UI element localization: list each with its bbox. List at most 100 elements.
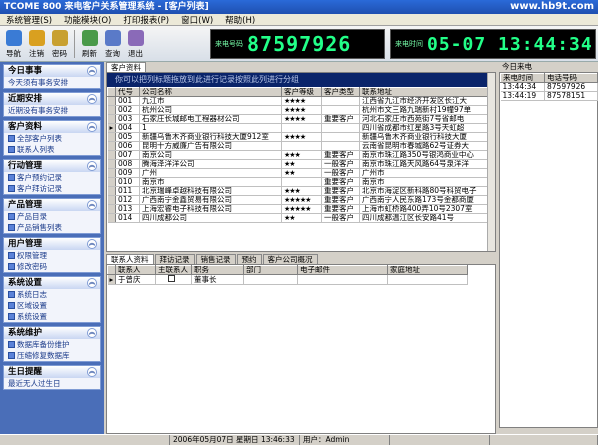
table-row[interactable]: ▸ 004 1 四川省成都市红星路3号天虹超 <box>107 123 490 133</box>
sidebar-panel: 系统设置 ︽ 系统日志 区域设置 系统设置 <box>3 276 101 323</box>
table-row[interactable]: 014 四川成都公司 ★★ 一般客户 四川成都温江区长安路41号 <box>107 213 490 223</box>
sidebar-item[interactable]: 系统日志 <box>4 289 100 300</box>
column-header[interactable]: 家庭地址 <box>387 265 468 275</box>
today-calls-title: 今日来电 <box>502 62 532 71</box>
sidebar-panel-header[interactable]: 近期安排 ︽ <box>4 93 100 105</box>
table-cell: 杭州公司 <box>139 105 282 115</box>
collapse-chevron-icon[interactable]: ︽ <box>87 328 97 338</box>
call-row[interactable]: 13:44:34 87597926 <box>500 82 598 92</box>
customer-grid-vscrollbar[interactable] <box>487 73 495 251</box>
sidebar-item[interactable]: 客户拜访记录 <box>4 183 100 194</box>
column-header[interactable]: 电子邮件 <box>297 265 388 275</box>
detail-tab[interactable]: 拜访记录 <box>154 254 195 264</box>
menu-item[interactable]: 打印报表(P) <box>123 14 169 26</box>
toolbar-button-3[interactable]: 刷新 <box>78 27 101 61</box>
collapse-chevron-icon[interactable]: ︽ <box>87 367 97 377</box>
table-cell: ★★ <box>281 168 322 178</box>
detail-tab[interactable]: 销售记录 <box>195 254 236 264</box>
sidebar-panel-header[interactable]: 生日提醒 ︽ <box>4 366 100 378</box>
toolbar-button-1[interactable]: 注销 <box>25 27 48 61</box>
toolbar-button-label: 注销 <box>29 49 44 58</box>
collapse-chevron-icon[interactable]: ︽ <box>87 94 97 104</box>
detail-tab[interactable]: 预约 <box>236 254 262 264</box>
collapse-chevron-icon[interactable]: ︽ <box>87 278 97 288</box>
sidebar-item[interactable]: 全部客户列表 <box>4 133 100 144</box>
column-header[interactable]: 职务 <box>191 265 244 275</box>
sidebar-item[interactable]: 修改密码 <box>4 261 100 272</box>
collapse-chevron-icon[interactable]: ︽ <box>87 161 97 171</box>
column-header[interactable]: 客户类型 <box>321 87 360 97</box>
table-row[interactable]: 012 广西南宁金鑫贸易有限公司 ★★★★★ 重要客户 广西南宁人民东路173号金都商厦 <box>107 195 490 205</box>
navigate-icon <box>5 30 22 46</box>
collapse-chevron-icon[interactable]: ︽ <box>87 66 97 76</box>
table-row[interactable]: 010 南京市 重要客户 南京市 <box>107 177 490 187</box>
table-cell: 新疆乌鲁木齐商业银行科技大厦912室 <box>139 132 282 142</box>
collapse-chevron-icon[interactable]: ︽ <box>87 200 97 210</box>
tab-customer[interactable]: 客户资料 <box>106 62 146 72</box>
table-row[interactable]: ▸ 于曾庆 董事长 <box>107 274 468 285</box>
sidebar-panel: 客户资料 ︽ 全部客户列表 联系人列表 <box>3 120 101 156</box>
toolbar-button-5[interactable]: 退出 <box>124 27 147 61</box>
table-cell: 一般客户 <box>321 213 360 223</box>
column-header[interactable]: 电话号码 <box>544 73 598 83</box>
table-row[interactable]: 007 南京公司 ★★★ 重要客户 南京市珠江路350号银鸿商业中心 <box>107 150 490 160</box>
toolbar-button-2[interactable]: 密码 <box>48 27 71 61</box>
column-header[interactable]: 联系人 <box>115 265 156 275</box>
column-header[interactable]: 公司名称 <box>139 87 282 97</box>
column-header[interactable]: 客户等级 <box>281 87 322 97</box>
sidebar-item: 今天须有事务安排 <box>4 77 100 88</box>
exit-icon <box>127 30 144 46</box>
sidebar-item[interactable]: 系统设置 <box>4 311 100 322</box>
sidebar-item[interactable]: 联系人列表 <box>4 144 100 155</box>
table-row[interactable]: 001 九江市 ★★★★ 江西省九江市经济开发区长江大 <box>107 96 490 106</box>
column-header[interactable]: 主联系人 <box>155 265 192 275</box>
collapse-chevron-icon[interactable]: ︽ <box>87 122 97 132</box>
toolbar-button-0[interactable]: 导航 <box>2 27 25 61</box>
detail-tab[interactable]: 联系人资料 <box>106 254 154 264</box>
sidebar-item[interactable]: 权限管理 <box>4 250 100 261</box>
menu-item[interactable]: 帮助(H) <box>225 14 255 26</box>
table-row[interactable]: 002 杭州公司 ★★★★ 杭州市文三路九瑞新村19幢97单 <box>107 105 490 115</box>
call-row[interactable]: 13:44:19 87578151 <box>500 91 598 101</box>
detail-tab[interactable]: 客户公司概况 <box>262 254 318 264</box>
table-row[interactable]: 003 石家庄长城邮电工程器材公司 ★★★★ 重要客户 河北石家庄市西苑街7号省邮电 <box>107 114 490 124</box>
table-row[interactable]: 013 上海宏睿电子科技有限公司 ★★★★★ 重要客户 上海市虹桥路400弄10号230… <box>107 204 490 214</box>
column-header[interactable]: 来电时间 <box>500 73 545 83</box>
table-row[interactable]: 009 广州 ★★ 一般客户 广州市 <box>107 168 490 178</box>
table-row[interactable]: 005 新疆乌鲁木齐商业银行科技大厦912室 ★★★★ 新疆乌鲁木齐商业银行科技大厦 <box>107 132 490 142</box>
table-cell <box>321 105 360 115</box>
toolbar-button-label: 查询 <box>105 49 120 58</box>
menu-item[interactable]: 功能模块(O) <box>64 14 111 26</box>
sidebar-item[interactable]: 产品销售列表 <box>4 222 100 233</box>
table-row[interactable]: 008 腾海泽洋洋公司 ★★ 一般客户 南京市珠江路天风路64号泉洋洋 <box>107 159 490 169</box>
sidebar-panel-header[interactable]: 系统设置 ︽ <box>4 277 100 289</box>
sidebar-item[interactable]: 产品目录 <box>4 211 100 222</box>
sidebar-item[interactable]: 数据库备份维护 <box>4 339 100 350</box>
primary-contact-checkbox[interactable] <box>168 275 175 282</box>
column-header[interactable]: 联系地址 <box>359 87 490 97</box>
sidebar-panel-header[interactable]: 产品管理 ︽ <box>4 199 100 211</box>
sidebar-panel-header[interactable]: 今日事事 ︽ <box>4 65 100 77</box>
sidebar-item-label: 客户预约记录 <box>17 173 62 182</box>
sidebar-panel-header[interactable]: 行动管理 ︽ <box>4 160 100 172</box>
column-header[interactable]: 部门 <box>243 265 298 275</box>
sidebar-item[interactable]: 压缩修复数据库 <box>4 350 100 361</box>
sidebar-item[interactable]: 客户预约记录 <box>4 172 100 183</box>
table-cell: 001 <box>115 96 140 106</box>
menu-item[interactable]: 窗口(W) <box>181 14 213 26</box>
table-cell <box>321 141 360 151</box>
sidebar-panel-header[interactable]: 用户管理 ︽ <box>4 238 100 250</box>
column-header[interactable]: 代号 <box>115 87 140 97</box>
table-row[interactable]: 006 昆明十方威廉广告有限公司 云南省昆明市春城路62号证券大 <box>107 141 490 151</box>
collapse-chevron-icon[interactable]: ︽ <box>87 239 97 249</box>
table-cell: 009 <box>115 168 140 178</box>
sidebar-item-icon <box>8 146 15 153</box>
menu-item[interactable]: 系统管理(S) <box>6 14 52 26</box>
table-row[interactable]: 011 北京瑞峰卓越科技有限公司 ★★★ 重要客户 北京市海淀区新科路80号科贸电子 <box>107 186 490 196</box>
table-cell: 四川成都公司 <box>139 213 282 223</box>
table-cell: 江西省九江市经济开发区长江大 <box>359 96 490 106</box>
sidebar-panel-header[interactable]: 系统维护 ︽ <box>4 327 100 339</box>
sidebar-panel-header[interactable]: 客户资料 ︽ <box>4 121 100 133</box>
sidebar-item[interactable]: 区域设置 <box>4 300 100 311</box>
toolbar-button-4[interactable]: 查询 <box>101 27 124 61</box>
